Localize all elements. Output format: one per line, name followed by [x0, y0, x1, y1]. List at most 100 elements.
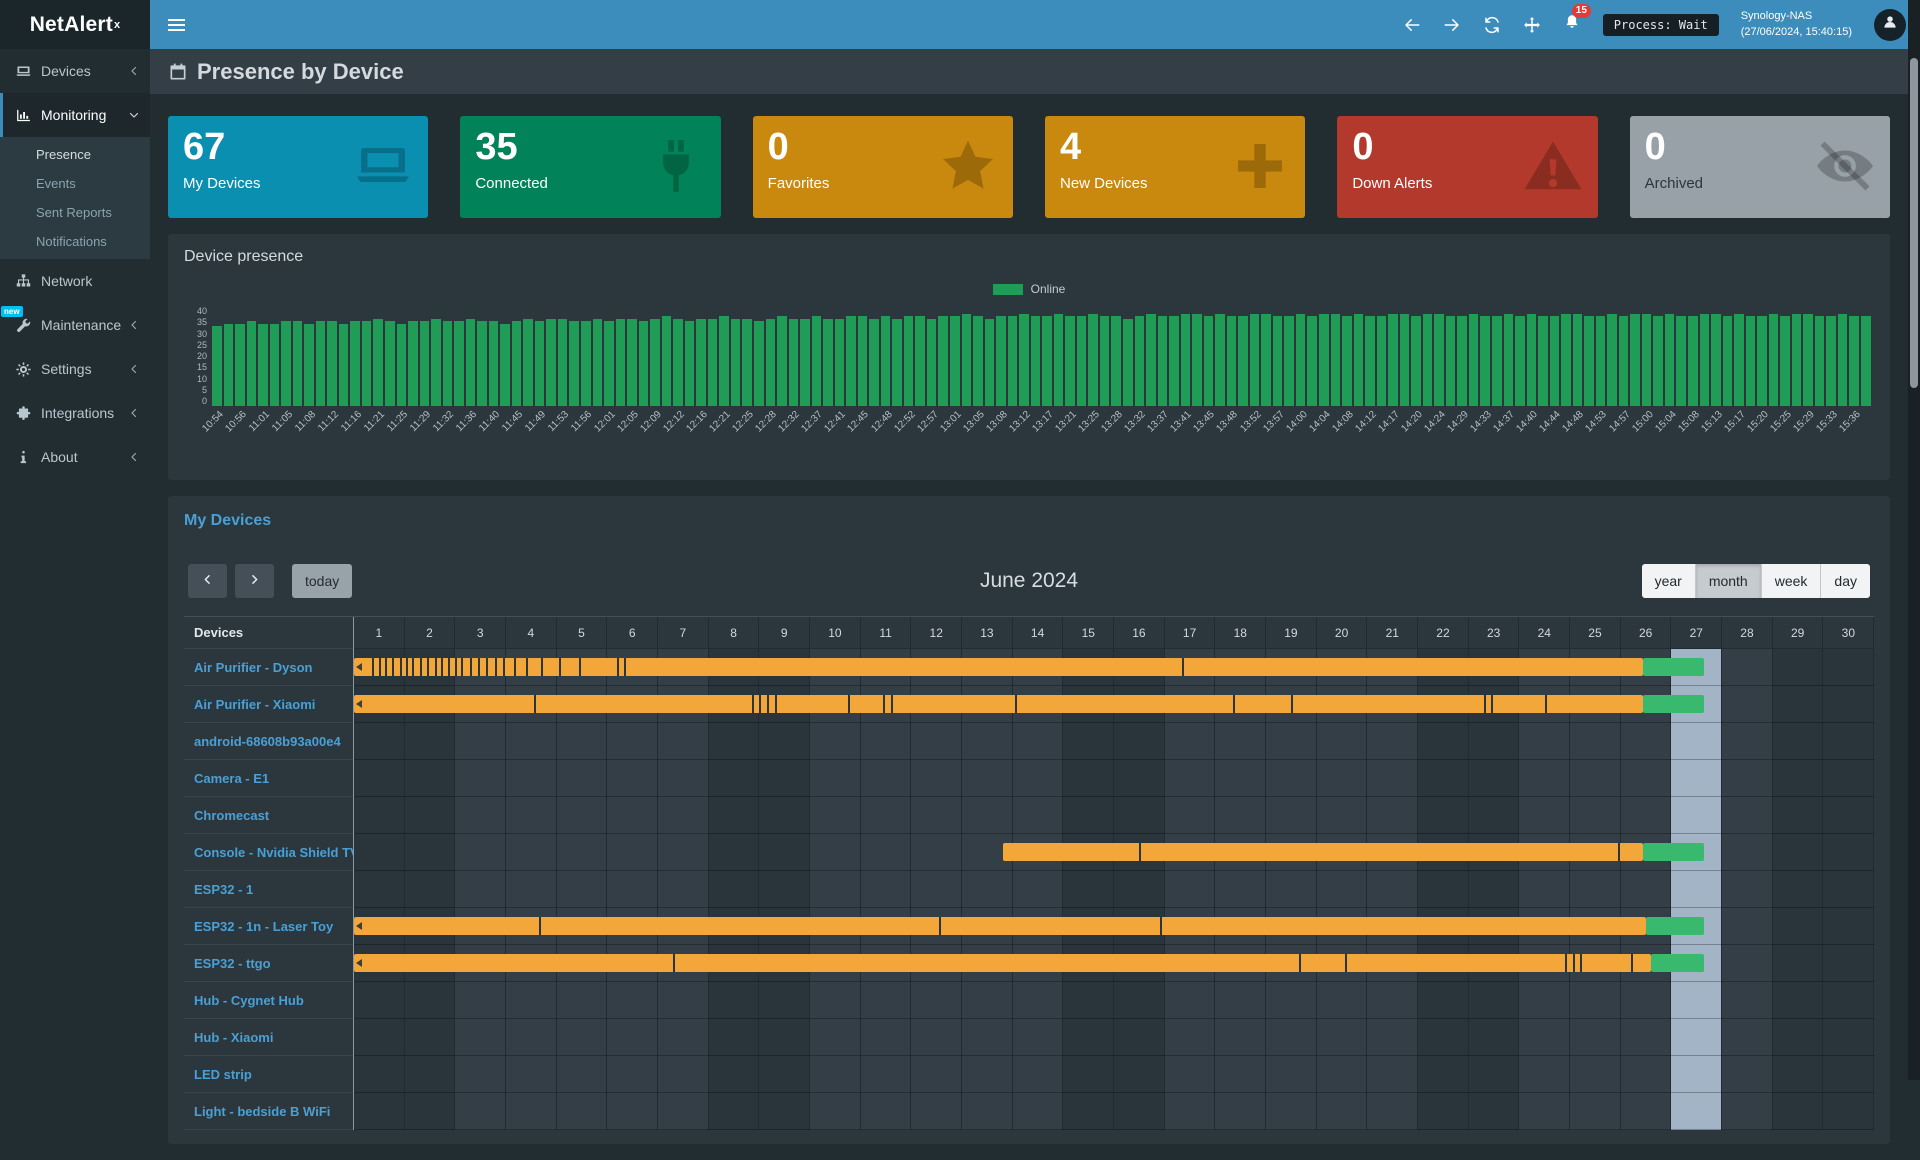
device-name-link[interactable]: ESP32 - 1 [184, 871, 353, 908]
stat-card-connected[interactable]: 35Connected [460, 116, 720, 218]
device-name-link[interactable]: LED strip [184, 1056, 353, 1093]
presence-event[interactable] [1651, 954, 1704, 972]
sidebar-subitem-sent-reports[interactable]: Sent Reports [0, 198, 150, 227]
sidebar-item-devices[interactable]: Devices [0, 49, 150, 93]
scrollbar-thumb[interactable] [1910, 58, 1918, 388]
x-tick-label: 13:48 [1215, 409, 1240, 434]
x-tick-label: 13:37 [1146, 409, 1171, 434]
presence-event[interactable] [1003, 843, 1644, 861]
device-name-link[interactable]: Console - Nvidia Shield TV [184, 834, 353, 871]
sidebar-item-network[interactable]: Network [0, 259, 150, 303]
stat-card-archived[interactable]: 0Archived [1630, 116, 1890, 218]
device-name-link[interactable]: Chromecast [184, 797, 353, 834]
presence-event[interactable] [1646, 917, 1704, 935]
chart-bar [523, 306, 533, 406]
stat-card-favorites[interactable]: 0Favorites [753, 116, 1013, 218]
device-name-link[interactable]: ESP32 - ttgo [184, 945, 353, 982]
prev-button[interactable] [188, 564, 227, 598]
chart-bar [1630, 306, 1640, 406]
sidebar-item-monitoring[interactable]: Monitoring [0, 93, 150, 137]
stat-card-new-devices[interactable]: 4New Devices [1045, 116, 1305, 218]
chart-bar: 13:37 [1158, 306, 1168, 406]
chart-bar: 15:33 [1826, 306, 1836, 406]
chart-bar [1492, 306, 1502, 406]
x-tick-label: 15:08 [1676, 409, 1701, 434]
x-tick-label: 12:57 [915, 409, 940, 434]
chart-bar [1192, 306, 1202, 406]
chart-bar [1515, 306, 1525, 406]
notifications-button[interactable]: 15 [1563, 13, 1581, 36]
nav-back-icon[interactable] [1403, 16, 1421, 34]
sidebar-item-maintenance[interactable]: Maintenancenew [0, 303, 150, 347]
chart-bar: 14:08 [1342, 306, 1352, 406]
day-header-19: 19 [1266, 617, 1317, 648]
sidebar-item-about[interactable]: About [0, 435, 150, 479]
sidebar-subitem-events[interactable]: Events [0, 169, 150, 198]
device-name-link[interactable]: Light - bedside B WiFi [184, 1093, 353, 1130]
presence-event[interactable] [1643, 843, 1704, 861]
presence-event[interactable] [354, 695, 1643, 713]
move-icon[interactable] [1523, 16, 1541, 34]
chart-bar [1008, 306, 1018, 406]
presence-event[interactable] [354, 954, 1651, 972]
topbar: 15 Process: Wait Synology-NAS (27/06/202… [150, 0, 1920, 49]
presence-event[interactable] [354, 658, 1643, 676]
chart-bar: 12:45 [858, 306, 868, 406]
x-tick-label: 13:08 [984, 409, 1009, 434]
chart-legend[interactable]: Online [184, 282, 1874, 296]
device-name-link[interactable]: android-68608b93a00e4 [184, 723, 353, 760]
sidebar-subitem-presence[interactable]: Presence [0, 140, 150, 169]
process-status-chip[interactable]: Process: Wait [1603, 14, 1719, 36]
x-tick-label: 15:04 [1653, 409, 1678, 434]
sidebar-item-integrations[interactable]: Integrations [0, 391, 150, 435]
chart-bar [731, 306, 741, 406]
chart-title: Device presence [184, 248, 1874, 266]
chart-bar: 11:25 [397, 306, 407, 406]
x-tick-label: 12:16 [684, 409, 709, 434]
day-view-button[interactable]: day [1821, 564, 1870, 598]
avatar[interactable] [1874, 9, 1906, 41]
week-view-button[interactable]: week [1762, 564, 1822, 598]
refresh-icon[interactable] [1483, 16, 1501, 34]
device-name-link[interactable]: Air Purifier - Xiaomi [184, 686, 353, 723]
chart-bar [1054, 306, 1064, 406]
device-name-link[interactable]: Air Purifier - Dyson [184, 649, 353, 686]
page-scrollbar[interactable] [1908, 0, 1920, 1080]
stat-card-down-alerts[interactable]: 0Down Alerts [1337, 116, 1597, 218]
presence-event[interactable] [354, 917, 1646, 935]
presence-event[interactable] [1643, 695, 1704, 713]
calendar-row [354, 834, 1874, 871]
today-button[interactable]: today [292, 564, 352, 598]
chart-bar: 12:12 [673, 306, 683, 406]
chart-bar: 14:12 [1365, 306, 1375, 406]
sidebar-subitem-notifications[interactable]: Notifications [0, 227, 150, 256]
nav-forward-icon[interactable] [1443, 16, 1461, 34]
chart-bar [985, 306, 995, 406]
app-logo[interactable]: NetAlertx [0, 0, 150, 49]
next-button[interactable] [235, 564, 274, 598]
x-tick-label: 14:48 [1561, 409, 1586, 434]
sidebar-toggle-button[interactable] [150, 0, 202, 49]
chart-bar [500, 306, 510, 406]
device-name-link[interactable]: Hub - Xiaomi [184, 1019, 353, 1056]
x-tick-label: 10:54 [200, 409, 225, 434]
chart-bar: 13:08 [996, 306, 1006, 406]
x-tick-label: 11:01 [247, 409, 272, 434]
presence-event[interactable] [1643, 658, 1704, 676]
device-name-link[interactable]: ESP32 - 1n - Laser Toy [184, 908, 353, 945]
settings-icon [15, 361, 32, 378]
sidebar-item-settings[interactable]: Settings [0, 347, 150, 391]
x-tick-label: 15:29 [1791, 409, 1816, 434]
year-view-button[interactable]: year [1642, 564, 1696, 598]
device-name-link[interactable]: Camera - E1 [184, 760, 353, 797]
month-view-button[interactable]: month [1696, 564, 1762, 598]
stat-card-my-devices[interactable]: 67My Devices [168, 116, 428, 218]
sidebar-item-label: Network [41, 273, 140, 289]
chart-bar: 13:45 [1204, 306, 1214, 406]
day-header-13: 13 [962, 617, 1013, 648]
chart-bar [1261, 306, 1271, 406]
chart-bar: 15:04 [1665, 306, 1675, 406]
device-name-link[interactable]: Hub - Cygnet Hub [184, 982, 353, 1019]
day-header-17: 17 [1165, 617, 1216, 648]
x-tick-label: 11:16 [339, 409, 364, 434]
